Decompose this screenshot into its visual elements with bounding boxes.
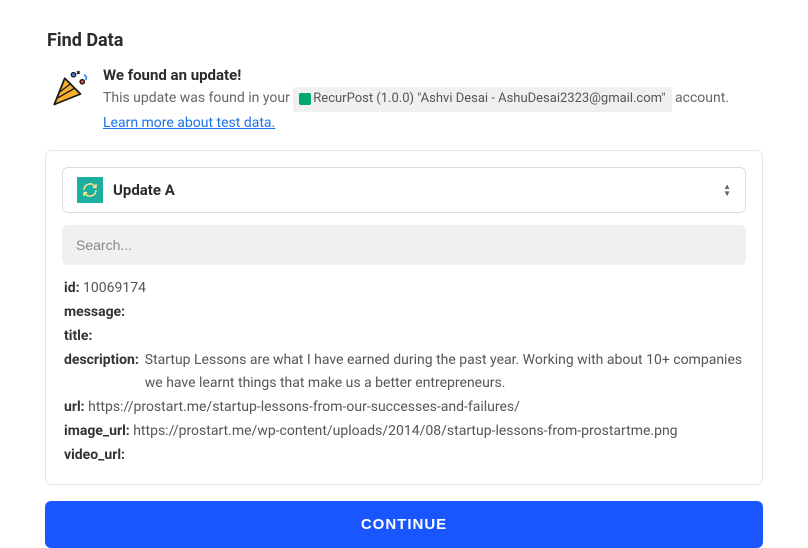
account-label: RecurPost (1.0.0) "Ashvi Desai - AshuDes… [313,91,665,106]
selector-label: Update A [113,181,723,199]
found-suffix: account. [675,90,729,106]
update-header: We found an update! This update was foun… [45,66,763,134]
field-id: id: 10069174 [64,277,744,301]
found-prefix: This update was found in your [103,90,290,106]
field-message: message: [64,301,744,325]
field-url: url: https://prostart.me/startup-lessons… [64,396,744,420]
found-title: We found an update! [103,66,759,84]
field-title: title: [64,325,744,349]
page-title: Find Data [47,30,763,51]
recurpost-app-icon [77,177,103,203]
found-subtitle: This update was found in your RecurPost … [103,87,759,134]
search-input[interactable] [62,225,746,265]
account-badge: RecurPost (1.0.0) "Ashvi Desai - AshuDes… [293,87,671,112]
field-video-url: video_url: [64,444,744,468]
recurpost-icon [299,93,311,105]
field-image-url: image_url: https://prostart.me/wp-conten… [64,420,744,444]
learn-more-link[interactable]: Learn more about test data. [103,115,275,131]
update-selector[interactable]: Update A ▲▼ [62,167,746,213]
field-description: description: Startup Lessons are what I … [64,349,744,397]
chevron-sort-icon: ▲▼ [723,184,731,197]
data-fields-list: id: 10069174 message: title: description… [62,277,746,467]
party-popper-icon [49,66,91,108]
continue-button[interactable]: CONTINUE [45,501,763,548]
data-card: Update A ▲▼ id: 10069174 message: title:… [45,150,763,484]
